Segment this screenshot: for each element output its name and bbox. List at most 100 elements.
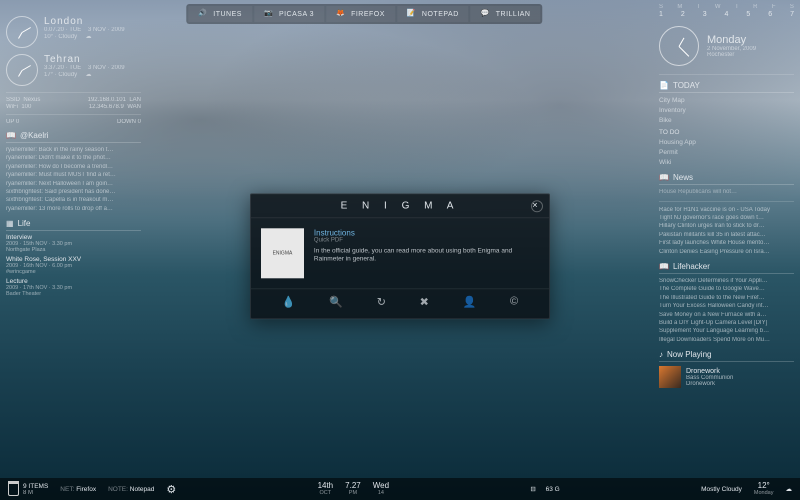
twitter-line[interactable]: sixthbrightest: Capella is in freakout m… <box>6 196 141 204</box>
twitter-line[interactable]: ryanemiller: Didn't make it to the phot… <box>6 154 141 162</box>
enigma-toolbar: 💧 🔍 ↻ ✖ 👤 © <box>251 288 549 318</box>
life-event[interactable]: Lecture2009 · 17th NOV · 3.30 pmBader Th… <box>6 278 141 297</box>
cal-num[interactable]: 1 <box>659 11 663 18</box>
today-item[interactable]: Inventory <box>659 106 794 116</box>
lifehacker-item[interactable]: Save Money on a New Furnace with a… <box>659 311 794 319</box>
news-item[interactable]: Pakistan militants kill 35 in latest att… <box>659 231 794 239</box>
net-status[interactable]: NET: Firefox <box>60 486 96 493</box>
lifehacker-item[interactable]: SnowChecker Determines if Your Appli… <box>659 277 794 285</box>
bottom-date[interactable]: 14thOCT <box>318 482 334 497</box>
cal-day: S <box>659 4 663 10</box>
news-item[interactable]: First lady launches White House mento… <box>659 239 794 247</box>
bottom-weekday[interactable]: Wed14 <box>373 482 389 497</box>
launcher-trillian[interactable]: 💬TRILLIAN <box>471 6 541 22</box>
power-icon[interactable]: © <box>510 295 518 308</box>
news-item[interactable]: Race for H1N1 vaccine is on - USA Today <box>659 206 794 214</box>
main-clock[interactable]: Monday 2 November, 2009 Rochester <box>659 26 794 66</box>
cal-num[interactable]: 5 <box>746 11 750 18</box>
note-status[interactable]: NOTE: Notepad <box>108 486 154 493</box>
life-events: Interview2009 · 15th NOV · 3.30 pmNorthg… <box>6 234 141 297</box>
cal-num[interactable]: 3 <box>703 11 707 18</box>
clock-icon <box>6 54 38 86</box>
bottom-bar: 9 ITEMS8 M NET: Firefox NOTE: Notepad ⚙ … <box>0 478 800 500</box>
lifehacker-item[interactable]: Build a DIY Light-Up Camera Level [DIY] <box>659 319 794 327</box>
todo-item[interactable]: Wiki <box>659 158 794 168</box>
news-item[interactable]: Tight NJ governor's race goes down t… <box>659 214 794 222</box>
camera-icon: 📷 <box>264 9 274 19</box>
bottom-time[interactable]: 7.27PM <box>345 482 361 497</box>
lifehacker-panel-title[interactable]: 📖Lifehacker <box>659 262 794 274</box>
network-ssid: SSID Nexus192.168.0.101 LAN <box>6 97 141 103</box>
news-item[interactable]: Hillary Clinton urges Iran to stick to d… <box>659 222 794 230</box>
enigma-thumbnail[interactable]: ENIGMA <box>261 228 304 278</box>
cloud-icon: ☁ <box>785 485 792 493</box>
twitter-line[interactable]: ryanemiller: Next Halloween I am goin… <box>6 180 141 188</box>
lifehacker-item[interactable]: The Complete Guide to Google Wave… <box>659 285 794 293</box>
today-item[interactable]: Bike <box>659 116 794 126</box>
nowplaying-title[interactable]: ♪Now Playing <box>659 350 794 362</box>
cal-day: S <box>790 4 794 10</box>
launcher-picasa[interactable]: 📷PICASA 3 <box>254 6 324 22</box>
today-item[interactable]: City Map <box>659 96 794 106</box>
enigma-card-description: In the official guide, you can read more… <box>314 247 539 264</box>
cal-day: T <box>697 4 701 10</box>
trash-icon <box>8 483 19 496</box>
launcher-firefox[interactable]: 🦊FIREFOX <box>326 6 395 22</box>
world-clock-tehran[interactable]: Tehran 3.37.20 · TUE 3 NOV · 2009 17° · … <box>6 54 141 86</box>
today-panel-title[interactable]: 📄TODAY <box>659 81 794 93</box>
refresh-icon[interactable]: ↻ <box>377 295 386 308</box>
recycle-bin[interactable]: 9 ITEMS8 M <box>8 483 48 496</box>
life-panel-title[interactable]: ▦Life <box>6 219 141 231</box>
lifehacker-item[interactable]: The Illustrated Guide to the New Firef… <box>659 294 794 302</box>
search-icon[interactable]: 🔍 <box>329 295 343 308</box>
track-name: Dronework <box>686 368 733 375</box>
todo-item[interactable]: Housing App <box>659 138 794 148</box>
world-clock-london[interactable]: London 0.07.20 · TUE 3 NOV · 2009 10° · … <box>6 16 141 48</box>
launcher-notepad[interactable]: 📝NOTEPAD <box>397 6 469 22</box>
disk-icon: ⊟ <box>530 485 535 493</box>
clock-location: Rochester <box>707 52 756 58</box>
life-event[interactable]: White Rose, Session XXV2009 · 16th NOV ·… <box>6 256 141 275</box>
lifehacker-item[interactable]: Supplement Your Language Learning b… <box>659 327 794 335</box>
network-traffic: UP 0DOWN 0 <box>6 119 141 125</box>
lifehacker-item[interactable]: Illegal Downloaders Spend More on Mu… <box>659 336 794 344</box>
twitter-line[interactable]: ryanemiller: Back in the rainy season t… <box>6 146 141 154</box>
cal-day: R <box>753 4 757 10</box>
todo-subtitle: TO DO <box>659 128 794 138</box>
lifehacker-item[interactable]: Turn Your Excess Halloween Candy int… <box>659 302 794 310</box>
cal-num[interactable]: 6 <box>768 11 772 18</box>
drop-icon[interactable]: 💧 <box>282 295 296 308</box>
news-panel-title[interactable]: 📖News <box>659 173 794 185</box>
user-icon[interactable]: 👤 <box>463 295 477 308</box>
cal-day: T <box>735 4 739 10</box>
weather-temp[interactable]: 12°Monday <box>754 482 774 497</box>
twitter-line[interactable]: ryanemiller: Must must MUST find a ret… <box>6 171 141 179</box>
network-wifi: WiFi 10012.345.678.9 WAN <box>6 104 141 110</box>
twitter-line[interactable]: sixthbrightest: Said president has done… <box>6 188 141 196</box>
cal-num[interactable]: 2 <box>681 11 685 18</box>
gear-icon[interactable]: ⚙ <box>166 483 176 496</box>
launcher-itunes[interactable]: 🔊ITUNES <box>188 6 252 22</box>
now-playing[interactable]: Dronework Bass Communion Dronework <box>659 366 794 388</box>
news-item[interactable]: Clinton Denies Easing Pressure on Isra… <box>659 248 794 256</box>
cal-num[interactable]: 4 <box>725 11 729 18</box>
cal-num[interactable]: 7 <box>790 11 794 18</box>
todo-item[interactable]: Permit <box>659 148 794 158</box>
enigma-title: E N I G M A ✕ <box>251 194 549 218</box>
weather-condition[interactable]: Mostly Cloudy <box>701 486 742 493</box>
enigma-card-title[interactable]: Instructions <box>314 228 539 237</box>
twitter-line[interactable]: ryanemiller: How do I become a trendl… <box>6 163 141 171</box>
life-event[interactable]: Interview2009 · 15th NOV · 3.30 pmNorthg… <box>6 234 141 253</box>
cal-day: W <box>715 4 721 10</box>
tools-icon[interactable]: ✖ <box>420 295 429 308</box>
cal-day: M <box>677 4 682 10</box>
twitter-panel-title[interactable]: 📖@Kaelri <box>6 131 141 143</box>
clock-icon <box>6 16 38 48</box>
close-button[interactable]: ✕ <box>531 200 543 212</box>
calendar-day-headers: SMTWTRFS <box>659 4 794 10</box>
book-icon: 📖 <box>659 262 669 271</box>
weekday: Monday <box>707 34 756 46</box>
calendar-day-numbers: 1 2 3 4 5 6 7 <box>659 11 794 18</box>
disk-usage[interactable]: ⊟ 63 G <box>530 485 559 493</box>
twitter-line[interactable]: ryanemiller: 13 more rolls to drop off a… <box>6 205 141 213</box>
